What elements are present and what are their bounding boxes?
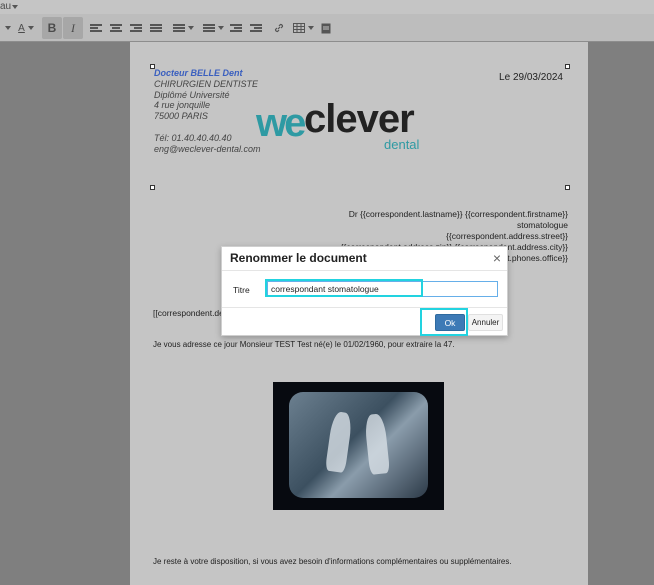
numbered-list-button[interactable] xyxy=(200,17,226,39)
doctor-line: CHIRURGIEN DENTISTE xyxy=(154,78,259,89)
align-left-icon xyxy=(90,23,102,33)
numbered-list-icon xyxy=(202,23,215,33)
dialog-title: Renommer le document xyxy=(230,251,367,265)
align-center-button[interactable] xyxy=(108,17,124,39)
align-justify-button[interactable] xyxy=(148,17,164,39)
divider xyxy=(222,270,507,271)
logo-we: we xyxy=(256,101,306,145)
indent-icon xyxy=(250,23,262,33)
editor-toolbar: A B I xyxy=(0,14,654,42)
ok-button[interactable]: Ok xyxy=(435,314,465,331)
title-field-label: Titre xyxy=(233,285,250,295)
chevron-down-icon xyxy=(187,26,194,30)
recipient-line: stomatologue xyxy=(516,220,568,230)
doctor-line: Diplômé Université xyxy=(154,89,230,100)
dental-xray-image xyxy=(273,382,444,510)
logo-clever: clever xyxy=(304,97,415,141)
xray-film xyxy=(289,392,428,498)
align-justify-icon xyxy=(150,23,162,33)
table-button[interactable] xyxy=(292,17,314,39)
doctor-line: 4 rue jonquille xyxy=(154,100,211,111)
doctor-line: Tél: 01.40.40.40.40 xyxy=(154,132,232,143)
title-input[interactable] xyxy=(267,281,498,297)
font-size-dropdown[interactable] xyxy=(0,17,12,39)
doctor-line: 75000 PARIS xyxy=(154,111,208,122)
indent-button[interactable] xyxy=(248,17,264,39)
table-icon xyxy=(292,23,305,33)
link-button[interactable] xyxy=(270,17,288,39)
text-color-button[interactable]: A xyxy=(14,17,38,39)
letter-closing-paragraph: Je reste à votre disposition, si vous av… xyxy=(153,557,512,566)
link-icon xyxy=(274,23,284,33)
chevron-down-icon xyxy=(4,26,11,30)
close-icon[interactable]: × xyxy=(493,250,501,266)
outdent-icon xyxy=(230,23,242,33)
letter-paragraph: Je vous adresse ce jour Monsieur TEST Te… xyxy=(153,340,455,349)
align-right-icon xyxy=(130,23,142,33)
text-color-icon: A xyxy=(18,22,25,34)
recipient-line: {{correspondent.address.street}} xyxy=(446,231,568,241)
align-center-icon xyxy=(110,23,122,33)
chevron-down-icon xyxy=(27,26,34,30)
doctor-name: Docteur BELLE Dent xyxy=(154,68,243,78)
xray-tooth xyxy=(363,413,391,475)
xray-tooth xyxy=(324,410,354,474)
bold-icon: B xyxy=(47,21,57,35)
align-left-button[interactable] xyxy=(88,17,104,39)
menu-bar-fragment: au xyxy=(0,0,654,14)
outdent-button[interactable] xyxy=(228,17,244,39)
bold-button[interactable]: B xyxy=(42,17,62,39)
weclever-logo: we clever dental xyxy=(256,97,431,152)
chevron-down-icon xyxy=(217,26,224,30)
rename-document-dialog: Renommer le document × Titre Ok Annuler xyxy=(221,246,508,336)
logo-dental: dental xyxy=(384,137,420,152)
menu-item-fragment[interactable]: au xyxy=(0,1,11,12)
resize-handle[interactable] xyxy=(150,185,155,190)
recipient-line: Dr {{correspondent.lastname}} {{correspo… xyxy=(348,209,568,219)
bullet-list-button[interactable] xyxy=(170,17,196,39)
divider xyxy=(222,307,507,308)
salutation: [[correspondent.de xyxy=(153,308,224,318)
chevron-down-icon xyxy=(307,26,314,30)
resize-handle[interactable] xyxy=(565,64,570,69)
doctor-header: Docteur BELLE Dent CHIRURGIEN DENTISTE D… xyxy=(154,68,261,154)
cancel-button[interactable]: Annuler xyxy=(468,314,503,331)
doctor-line xyxy=(154,122,261,133)
doctor-line: eng@weclever-dental.com xyxy=(154,143,261,154)
resize-handle[interactable] xyxy=(565,185,570,190)
italic-button[interactable]: I xyxy=(63,17,83,39)
align-right-button[interactable] xyxy=(128,17,144,39)
italic-icon: I xyxy=(71,20,75,35)
bullet-list-icon xyxy=(172,23,185,33)
letter-date: Le 29/03/2024 xyxy=(499,72,563,83)
template-button[interactable] xyxy=(318,17,334,39)
document-icon xyxy=(321,23,331,33)
chevron-down-icon xyxy=(12,5,18,9)
